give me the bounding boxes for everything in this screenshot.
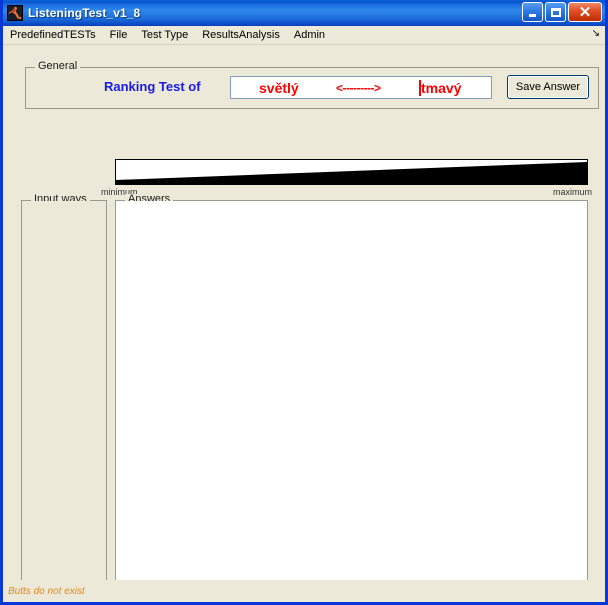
- matlab-logo-icon: [7, 5, 23, 21]
- maximize-button[interactable]: [545, 2, 566, 22]
- attribute-left-term: světlý: [259, 79, 299, 96]
- minimize-icon: [523, 3, 542, 21]
- menu-item-resultsanalysis[interactable]: ResultsAnalysis: [195, 27, 287, 43]
- menu-overflow-icon[interactable]: ↘: [592, 29, 600, 39]
- close-button[interactable]: ✕: [568, 2, 602, 22]
- attribute-arrow-icon: <--------->: [336, 80, 381, 95]
- status-bar: Butts do not exist: [3, 580, 605, 602]
- status-message: Butts do not exist: [8, 585, 85, 597]
- close-icon: ✕: [578, 3, 592, 21]
- menu-item-admin[interactable]: Admin: [287, 27, 332, 43]
- intensity-wedge[interactable]: minimum maximum: [101, 159, 592, 197]
- menu-bar: PredefinedTESTs File Test Type ResultsAn…: [3, 26, 605, 45]
- input-wavs-list[interactable]: [22, 201, 106, 602]
- general-panel-title: General: [35, 61, 81, 72]
- window-controls: ✕: [522, 2, 602, 22]
- attribute-right-term: tmavý: [421, 79, 462, 96]
- window-title: ListeningTest_v1_8: [28, 6, 141, 20]
- minimize-button[interactable]: [522, 2, 543, 22]
- scale-maximum-label: maximum: [552, 187, 592, 197]
- answers-drop-area[interactable]: [116, 201, 587, 602]
- save-answer-button[interactable]: Save Answer: [507, 75, 589, 99]
- general-panel: General Ranking Test of světlý <--------…: [25, 61, 599, 109]
- client-area: General Ranking Test of světlý <--------…: [3, 45, 605, 602]
- title-bar[interactable]: ListeningTest_v1_8 ✕: [3, 0, 605, 26]
- input-wavs-panel: Input wavs: [21, 194, 107, 602]
- application-window: ListeningTest_v1_8 ✕ PredefinedTESTs Fil…: [0, 0, 608, 605]
- answers-panel: Answers: [115, 194, 588, 602]
- maximize-icon: [546, 3, 565, 21]
- menu-item-file[interactable]: File: [103, 27, 135, 43]
- attribute-scale-field[interactable]: světlý <---------> tmavý: [230, 76, 492, 99]
- wedge-box: [115, 159, 588, 185]
- menu-item-test-type[interactable]: Test Type: [134, 27, 195, 43]
- menu-item-predefinedtests[interactable]: PredefinedTESTs: [3, 27, 103, 43]
- ranking-test-label: Ranking Test of: [104, 79, 201, 94]
- wedge-shape: [116, 162, 587, 184]
